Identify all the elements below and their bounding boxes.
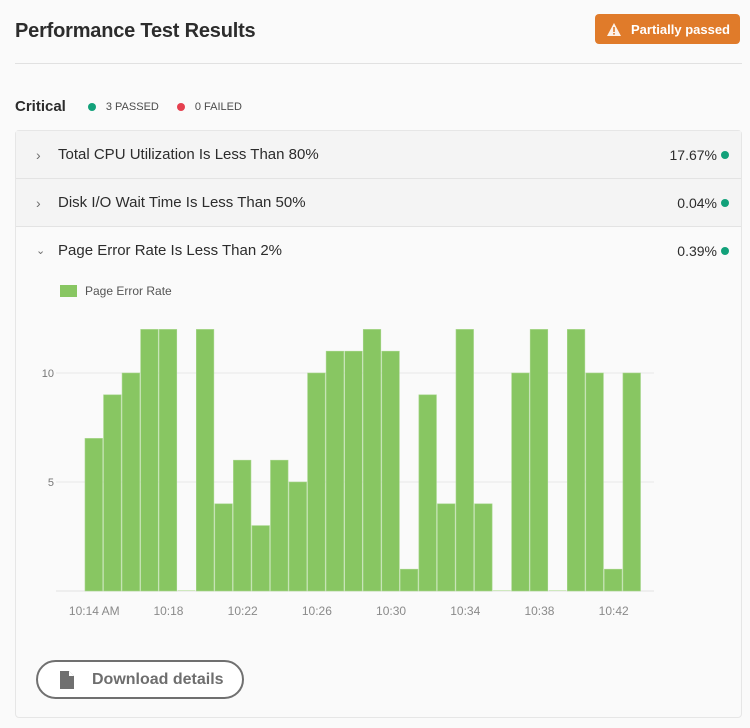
bar[interactable] <box>288 481 307 592</box>
bar[interactable] <box>381 350 400 592</box>
bar[interactable] <box>121 372 140 592</box>
bar[interactable] <box>400 568 419 592</box>
bar[interactable] <box>196 329 215 592</box>
bar[interactable] <box>325 350 344 592</box>
bar[interactable] <box>548 590 567 591</box>
download-details-button[interactable]: Download details <box>36 660 244 699</box>
download-label: Download details <box>92 670 224 688</box>
tests-panel: › Total CPU Utilization Is Less Than 80%… <box>15 130 742 718</box>
bar[interactable] <box>585 372 604 592</box>
bar[interactable] <box>362 329 382 592</box>
x-tick-label: 10:42 <box>599 604 629 618</box>
bar[interactable] <box>529 329 549 592</box>
bar[interactable] <box>511 372 530 592</box>
bar[interactable] <box>158 329 178 592</box>
x-tick-label: 10:30 <box>376 604 406 618</box>
bar[interactable] <box>84 438 103 592</box>
bar[interactable] <box>493 590 511 591</box>
x-tick-label: 10:26 <box>302 604 332 618</box>
critical-summary: Critical 3 PASSED 0 FAILED <box>15 98 260 115</box>
bar[interactable] <box>307 372 326 592</box>
x-tick-label: 10:14 AM <box>69 604 120 618</box>
critical-label: Critical <box>15 98 66 115</box>
header-divider <box>15 63 742 64</box>
x-tick-label: 10:34 <box>450 604 480 618</box>
status-badge: Partially passed <box>595 14 740 44</box>
bar[interactable] <box>251 525 270 592</box>
bar[interactable] <box>140 329 159 592</box>
bar[interactable] <box>604 568 623 592</box>
y-tick-label: 10 <box>42 368 54 380</box>
bar[interactable] <box>233 459 252 592</box>
bar[interactable] <box>103 394 122 592</box>
x-tick-label: 10:22 <box>228 604 258 618</box>
failed-count: 0 FAILED <box>194 100 242 113</box>
bar[interactable] <box>418 394 437 592</box>
failed-dot-icon <box>176 102 185 111</box>
bar[interactable] <box>566 329 586 592</box>
bar[interactable] <box>270 459 289 592</box>
bar[interactable] <box>437 503 456 592</box>
warning-icon <box>607 22 621 36</box>
bar[interactable] <box>474 503 493 592</box>
page-title: Performance Test Results <box>15 20 256 42</box>
status-badge-label: Partially passed <box>631 21 730 37</box>
x-tick-label: 10:38 <box>524 604 554 618</box>
passed-count: 3 PASSED <box>105 100 159 113</box>
bar[interactable] <box>344 350 363 592</box>
file-icon <box>60 670 74 689</box>
x-tick-label: 10:18 <box>153 604 183 618</box>
bar[interactable] <box>455 329 474 592</box>
page-error-chart: 5 10 10:14 AM 10:18 10:22 10:26 10:30 10:34 10:3… <box>42 329 654 618</box>
bar[interactable] <box>177 590 196 591</box>
bar[interactable] <box>622 372 641 592</box>
y-tick-label: 5 <box>48 477 54 489</box>
bar[interactable] <box>214 503 233 592</box>
passed-dot-icon <box>87 102 96 111</box>
